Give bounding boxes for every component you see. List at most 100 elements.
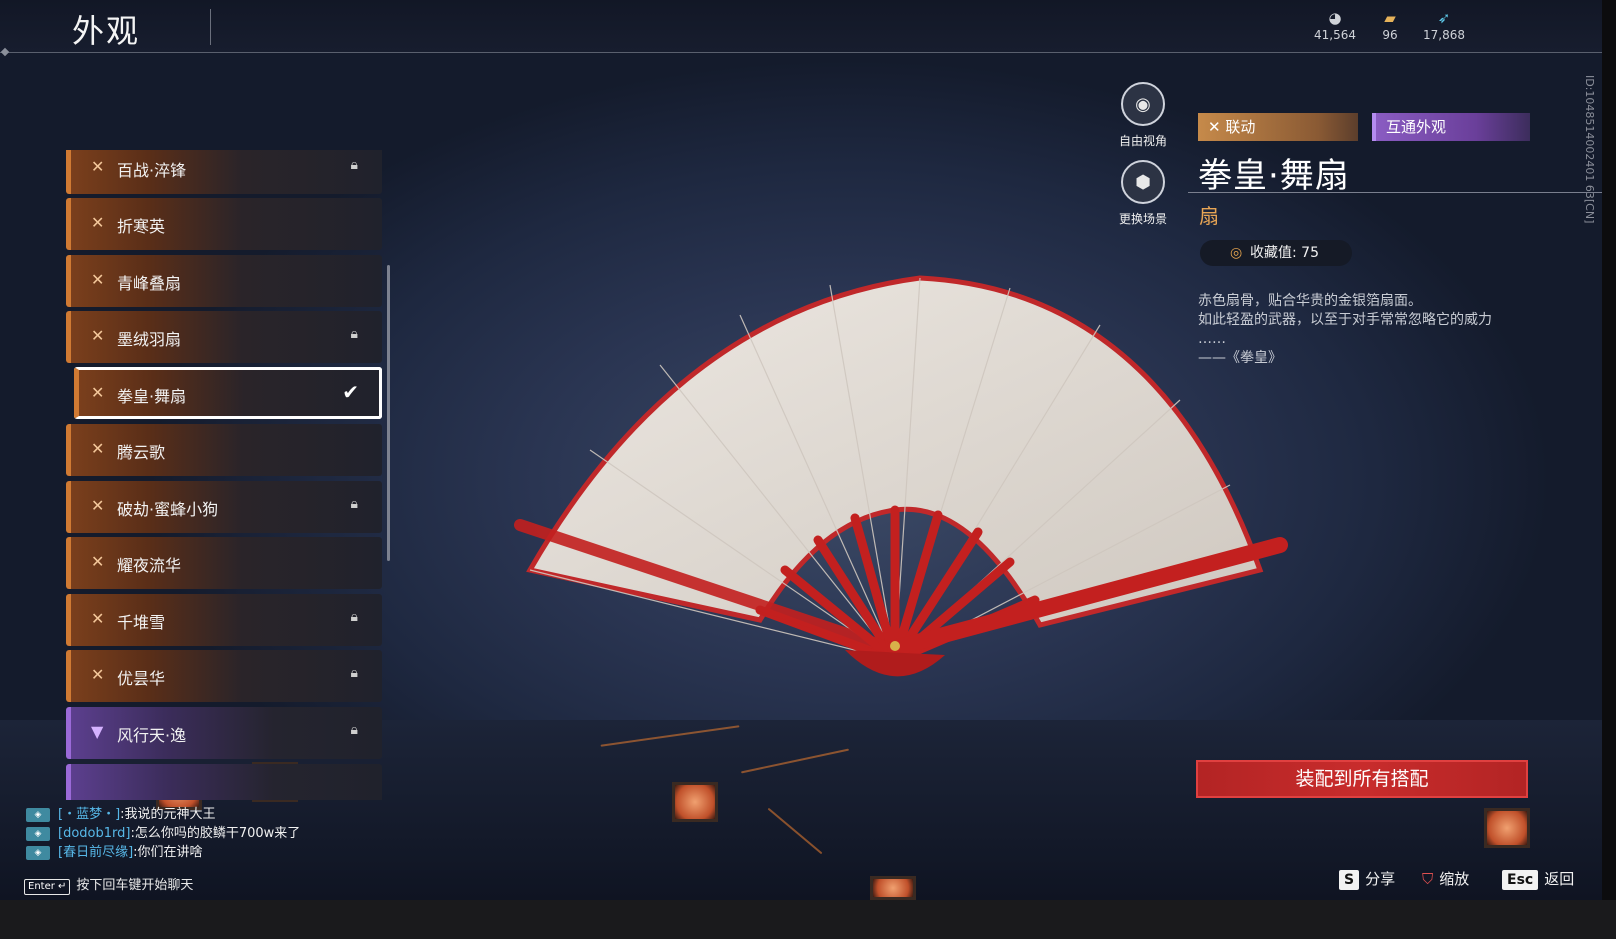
item-description: 赤色扇骨，贴合华贵的金银箔扇面。 如此轻盈的武器，以至于对手常常忽略它的威力 …… [1198, 292, 1528, 368]
list-item-label: 百战·淬锋 [117, 161, 187, 180]
page-title: 外观 [72, 12, 141, 50]
list-item-label: 破劫·蜜蜂小狗 [117, 500, 219, 519]
currency-feather: ➶ 17,868 [1409, 8, 1479, 42]
lantern [672, 782, 718, 822]
list-item[interactable]: ✕ 墨绒羽扇 🔒︎ [66, 311, 382, 363]
lantern [1484, 808, 1530, 848]
free-camera-button[interactable]: ◉ 自由视角 [1098, 82, 1188, 149]
list-item[interactable]: ✕ 千堆雪 🔒︎ [66, 594, 382, 646]
appearance-list[interactable]: ✕ 百战·淬锋 🔒︎ ✕ 折寒英 ✕ 青峰叠扇 ✕ 墨绒羽扇 🔒︎ ✕ 拳皇·舞… [66, 150, 384, 800]
list-item-label: 千堆雪 [117, 613, 166, 632]
crossover-icon: ✕ [91, 609, 105, 628]
list-item-label: 拳皇·舞扇 [117, 387, 187, 406]
list-item-label: 风行天·逸 [117, 726, 187, 745]
shared-tag-label: 互通外观 [1386, 118, 1447, 136]
crossover-icon: ✕ [91, 439, 105, 458]
currency-value: 41,564 [1314, 28, 1356, 42]
crossover-icon: ✕ [91, 213, 105, 232]
list-item[interactable] [66, 764, 382, 800]
channel-icon: ◈ [26, 807, 50, 822]
game-screen: 外观 ◕ 41,564 ▰ 96 ➶ 17,868 ✕ 百战·淬锋 🔒︎ ✕ 折… [0, 0, 1602, 900]
lock-icon: 🔒︎ [350, 665, 358, 681]
feather-icon: ➶ [1437, 9, 1451, 27]
list-item[interactable]: ✕ 百战·淬锋 🔒︎ [66, 150, 382, 194]
crossover-icon: ✕ [91, 665, 105, 684]
chat-message: ◈ [春日前尽缘]:你们在讲啥 [26, 843, 300, 862]
equip-all-button[interactable]: 装配到所有搭配 [1196, 760, 1528, 798]
crossover-icon: ✕ [91, 326, 105, 345]
currency-value: 96 [1382, 28, 1398, 42]
chat-log: ◈ [・蓝梦・]:我说的元神大王 ◈ [dodob1rd]:怎么你吗的胶鳞干700w… [26, 805, 300, 862]
shared-appearance-tag: 互通外观 [1372, 113, 1530, 141]
collection-value-label: 收藏值: 75 [1250, 245, 1319, 261]
esc-key-icon: Esc [1502, 870, 1539, 890]
list-item[interactable]: ✕ 优昙华 🔒︎ [66, 650, 382, 702]
camera-icon: ◉ [1121, 82, 1165, 126]
zoom-label: 缩放 [1439, 870, 1470, 888]
item-type: 扇 [1199, 204, 1219, 228]
currency-value: 17,868 [1423, 28, 1465, 42]
chat-sender[interactable]: [dodob1rd] [58, 826, 130, 841]
wing-icon: ▼ [91, 722, 104, 741]
s-key-icon: S [1339, 870, 1360, 890]
description-line: ——《拳皇》 [1198, 350, 1282, 366]
list-item-label: 优昙华 [117, 669, 166, 688]
lock-icon: 🔒︎ [350, 496, 358, 512]
cube-icon: ⬢ [1121, 160, 1165, 204]
lock-icon: 🔒︎ [350, 157, 358, 173]
window-bottom-edge [0, 900, 1616, 939]
change-scene-label: 更换场景 [1118, 212, 1167, 226]
zoom-hotkey[interactable]: ⛉ 缩放 [1422, 868, 1469, 889]
list-item[interactable]: ✕ 腾云歌 [66, 424, 382, 476]
description-line: 赤色扇骨，贴合华贵的金银箔扇面。 [1198, 293, 1422, 309]
lantern [870, 876, 916, 900]
checkmark-icon: ✔ [342, 380, 359, 404]
free-camera-label: 自由视角 [1118, 134, 1167, 148]
list-item-label: 折寒英 [117, 217, 166, 236]
crossover-icon: ✕ [91, 552, 105, 571]
list-scrollbar[interactable] [387, 265, 390, 561]
share-hotkey[interactable]: S 分享 [1339, 868, 1395, 890]
name-divider [1188, 192, 1602, 193]
fan-weapon-model [514, 275, 1288, 677]
back-hotkey[interactable]: Esc 返回 [1502, 868, 1574, 890]
item-name: 拳皇·舞扇 [1198, 156, 1350, 196]
crossover-icon: ✕ [91, 496, 105, 515]
coin-icon: ◎ [1230, 245, 1243, 261]
chat-message: ◈ [・蓝梦・]:我说的元神大王 [26, 805, 300, 824]
list-item[interactable]: ✕ 破劫·蜜蜂小狗 🔒︎ [66, 481, 382, 533]
lock-icon: 🔒︎ [350, 609, 358, 625]
title-divider [210, 9, 211, 45]
list-item-label: 腾云歌 [117, 443, 166, 462]
player-id: ID:1048514002401 63[CN] [1583, 75, 1596, 224]
back-label: 返回 [1544, 870, 1575, 888]
lock-icon: 🔒︎ [350, 326, 358, 342]
list-item[interactable]: ✕ 青峰叠扇 [66, 255, 382, 307]
change-scene-button[interactable]: ⬢ 更换场景 [1098, 160, 1188, 227]
chat-sender[interactable]: [・蓝梦・] [58, 807, 120, 822]
chat-text: :你们在讲啥 [133, 845, 203, 860]
crossover-icon: ✕ [1208, 118, 1226, 136]
crossover-icon: ✕ [91, 157, 105, 176]
crossover-icon: ✕ [91, 270, 105, 289]
collection-value-badge: ◎ 收藏值: 75 [1200, 240, 1352, 266]
list-item-label: 青峰叠扇 [117, 274, 182, 293]
description-line: …… [1198, 331, 1226, 347]
top-bar: 外观 ◕ 41,564 ▰ 96 ➶ 17,868 [0, 0, 1602, 53]
list-item-label: 耀夜流华 [117, 556, 182, 575]
list-item[interactable]: ▼ 风行天·逸 🔒︎ [66, 707, 382, 759]
list-item-selected[interactable]: ✕ 拳皇·舞扇 ✔ [74, 367, 382, 419]
mouse-icon: ⛉ [1422, 870, 1434, 888]
chat-sender[interactable]: [春日前尽缘] [58, 845, 133, 860]
share-label: 分享 [1365, 870, 1396, 888]
chat-text: :我说的元神大王 [120, 807, 216, 822]
chat-input-hint[interactable]: Enter ↵ 按下回车键开始聊天 [24, 874, 193, 895]
collab-tag: ✕ 联动 [1198, 113, 1358, 141]
channel-icon: ◈ [26, 845, 50, 860]
chat-hint-label: 按下回车键开始聊天 [76, 878, 194, 893]
lock-icon: 🔒︎ [350, 722, 358, 738]
chat-message: ◈ [dodob1rd]:怎么你吗的胶鳞干700w来了 [26, 824, 300, 843]
list-item[interactable]: ✕ 折寒英 [66, 198, 382, 250]
enter-key-icon: Enter ↵ [24, 879, 71, 895]
list-item[interactable]: ✕ 耀夜流华 [66, 537, 382, 589]
